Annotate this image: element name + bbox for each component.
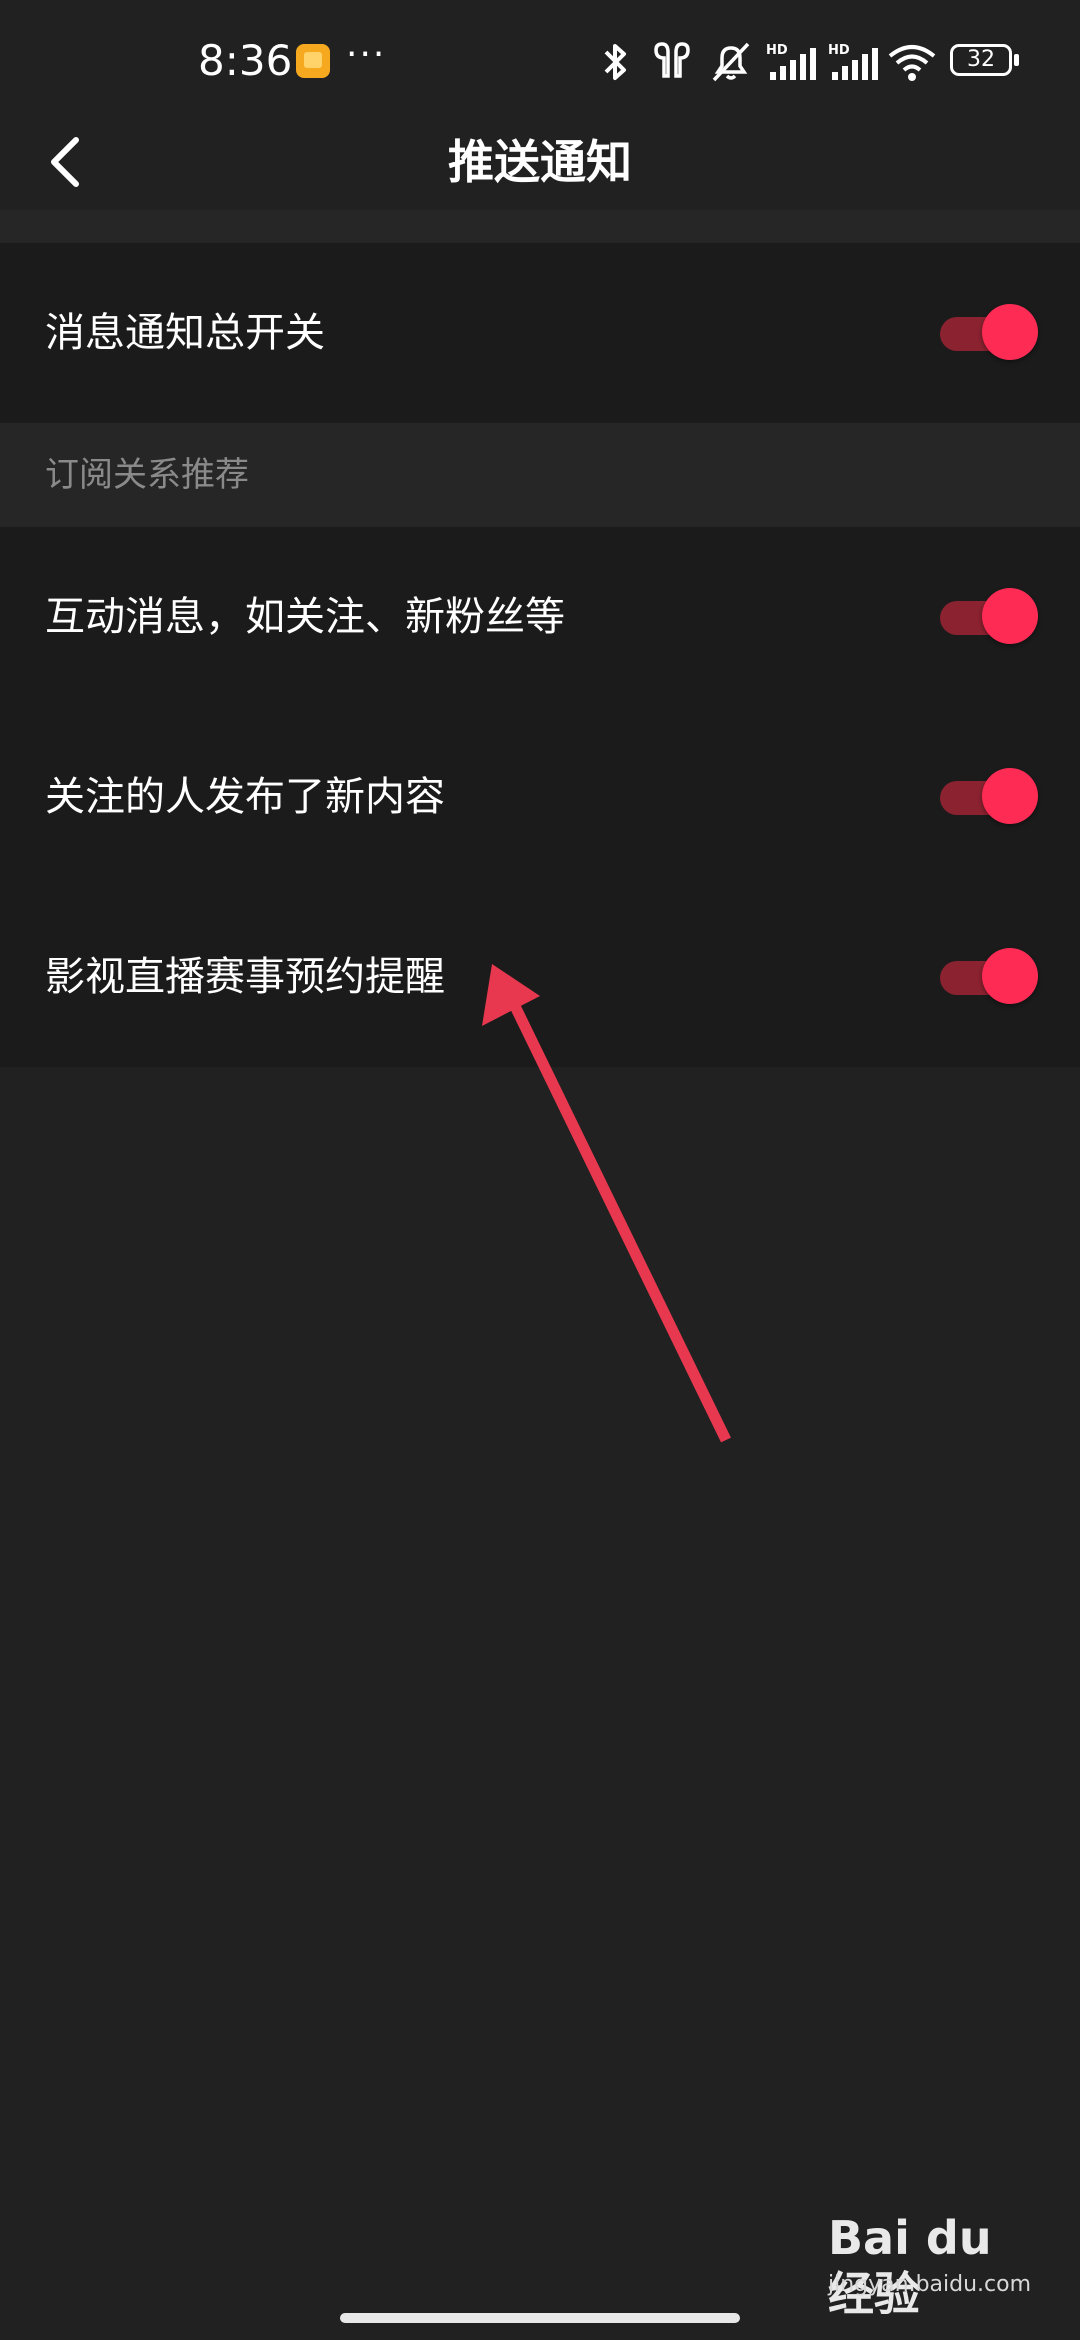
subscription-card: 互动消息，如关注、新粉丝等 关注的人发布了新内容 影视直播赛事预约提醒 — [0, 527, 1080, 1067]
page-title: 推送通知 — [448, 135, 632, 189]
master-switch-label: 消息通知总开关 — [45, 310, 325, 356]
bluetooth-icon — [604, 44, 626, 80]
setting-label: 互动消息，如关注、新粉丝等 — [45, 594, 565, 640]
setting-row-following[interactable]: 关注的人发布了新内容 — [0, 707, 1080, 887]
home-indicator[interactable] — [340, 2313, 740, 2323]
section-header: 订阅关系推荐 — [0, 423, 1080, 527]
earbuds-icon — [654, 42, 690, 78]
notification-app-icon — [296, 44, 330, 78]
svg-text:HD: HD — [766, 43, 788, 58]
svg-text:HD: HD — [828, 43, 850, 58]
setting-label: 关注的人发布了新内容 — [45, 774, 445, 820]
status-time: 8:36 — [198, 36, 293, 85]
battery-level: 32 — [967, 47, 995, 72]
setting-row-live-reminder[interactable]: 影视直播赛事预约提醒 — [0, 887, 1080, 1067]
setting-toggle[interactable] — [940, 767, 1040, 827]
setting-label: 影视直播赛事预约提醒 — [45, 954, 445, 1000]
master-switch-card: 消息通知总开关 — [0, 243, 1080, 423]
section-title: 订阅关系推荐 — [45, 455, 249, 495]
signal-hd-1-icon: HD — [766, 43, 816, 80]
more-notifications-icon: ··· — [346, 34, 387, 75]
setting-toggle[interactable] — [940, 947, 1040, 1007]
baidu-jingyan-watermark: Bai du 经验 jingyan.baidu.com — [828, 2210, 1038, 2321]
signal-hd-2-icon: HD — [828, 43, 878, 80]
battery-cap — [1014, 54, 1019, 66]
setting-row-interaction[interactable]: 互动消息，如关注、新粉丝等 — [0, 527, 1080, 707]
master-switch-toggle[interactable] — [940, 303, 1040, 363]
watermark-logo: Bai du 经验 — [828, 2211, 992, 2321]
setting-toggle[interactable] — [940, 587, 1040, 647]
toggle-thumb — [982, 948, 1038, 1004]
toggle-thumb — [982, 304, 1038, 360]
toggle-thumb — [982, 768, 1038, 824]
top-divider — [0, 210, 1080, 243]
master-switch-row[interactable]: 消息通知总开关 — [0, 243, 1080, 423]
watermark-url: jingyan.baidu.com — [828, 2272, 1032, 2297]
wifi-icon — [888, 45, 936, 81]
status-bar: 8:36 ··· HD HD 32 — [0, 0, 1080, 120]
toggle-thumb — [982, 588, 1038, 644]
mute-icon — [712, 42, 750, 82]
battery-icon: 32 — [950, 44, 1012, 76]
app-header: 推送通知 — [0, 120, 1080, 210]
